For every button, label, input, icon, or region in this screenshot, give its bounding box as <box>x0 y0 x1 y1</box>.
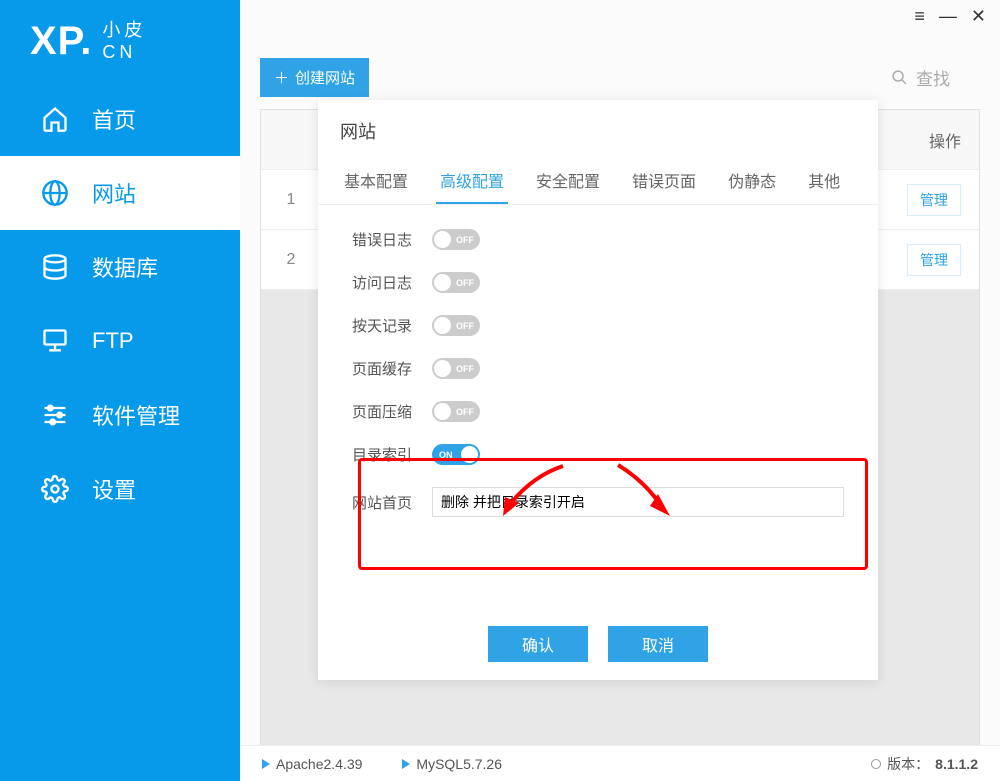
setting-row: 错误日志OFF <box>352 229 844 250</box>
mysql-status[interactable]: MySQL5.7.26 <box>402 756 502 772</box>
ftp-icon <box>40 326 70 356</box>
nav-label: 网站 <box>92 177 136 209</box>
homepage-row: 网站首页 <box>352 487 844 517</box>
create-label: 创建网站 <box>295 67 355 88</box>
statusbar: Apache2.4.39 MySQL5.7.26 版本： 8.1.1.2 <box>240 745 1000 781</box>
database-icon <box>40 252 70 282</box>
apache-label: Apache2.4.39 <box>276 756 362 772</box>
version-label: 版本： <box>887 754 929 774</box>
logo-subtitle: 小皮 CN <box>102 19 146 63</box>
mysql-label: MySQL5.7.26 <box>416 756 502 772</box>
info-icon <box>871 759 881 769</box>
create-website-button[interactable]: ＋ 创建网站 <box>260 58 369 97</box>
row-number: 2 <box>261 251 321 269</box>
toggle-4[interactable]: OFF <box>432 401 480 422</box>
toolbar: ＋ 创建网站 查找 <box>240 0 1000 109</box>
toggle-3[interactable]: OFF <box>432 358 480 379</box>
modal-footer: 确认 取消 <box>318 608 878 680</box>
globe-icon <box>40 178 70 208</box>
apache-status[interactable]: Apache2.4.39 <box>262 756 362 772</box>
sidebar: XP. 小皮 CN 首页网站数据库 FTP 软件管理设置 <box>0 0 240 781</box>
setting-label: 页面缓存 <box>352 358 432 379</box>
nav-item-home[interactable]: 首页 <box>0 82 240 156</box>
minimize-icon[interactable]: — <box>939 6 957 27</box>
confirm-button[interactable]: 确认 <box>488 626 588 662</box>
tab-5[interactable]: 其他 <box>804 158 844 204</box>
search-placeholder: 查找 <box>916 65 950 90</box>
play-icon <box>402 759 410 769</box>
setting-label: 访问日志 <box>352 272 432 293</box>
nav-label: 设置 <box>92 473 136 505</box>
setting-row: 目录索引ON <box>352 444 844 465</box>
nav-item-database[interactable]: 数据库 <box>0 230 240 304</box>
toggle-2[interactable]: OFF <box>432 315 480 336</box>
modal-title: 网站 <box>318 100 878 158</box>
version-info: 版本： 8.1.1.2 <box>871 754 978 774</box>
version-number: 8.1.1.2 <box>935 756 978 772</box>
setting-label: 错误日志 <box>352 229 432 250</box>
website-modal: 网站 基本配置高级配置安全配置错误页面伪静态其他 错误日志OFF访问日志OFF按… <box>318 100 878 680</box>
play-icon <box>262 759 270 769</box>
homepage-input[interactable] <box>432 487 844 517</box>
logo-text: XP. <box>30 19 92 64</box>
row-number: 1 <box>261 191 321 209</box>
tab-1[interactable]: 高级配置 <box>436 158 508 204</box>
setting-row: 页面缓存OFF <box>352 358 844 379</box>
nav-item-globe[interactable]: 网站 <box>0 156 240 230</box>
setting-row: 页面压缩OFF <box>352 401 844 422</box>
homepage-label: 网站首页 <box>352 492 432 513</box>
modal-tabs: 基本配置高级配置安全配置错误页面伪静态其他 <box>318 158 878 205</box>
sliders-icon <box>40 400 70 430</box>
setting-label: 按天记录 <box>352 315 432 336</box>
tab-2[interactable]: 安全配置 <box>532 158 604 204</box>
search-icon <box>891 69 908 86</box>
manage-button[interactable]: 管理 <box>907 184 961 216</box>
tab-3[interactable]: 错误页面 <box>628 158 700 204</box>
nav-label: 软件管理 <box>92 399 180 431</box>
setting-label: 目录索引 <box>352 444 432 465</box>
plus-icon: ＋ <box>274 67 289 88</box>
setting-label: 页面压缩 <box>352 401 432 422</box>
close-icon[interactable]: ✕ <box>971 6 986 27</box>
modal-body: 错误日志OFF访问日志OFF按天记录OFF页面缓存OFF页面压缩OFF目录索引O… <box>318 205 878 608</box>
nav-item-gear[interactable]: 设置 <box>0 452 240 526</box>
home-icon <box>40 104 70 134</box>
nav-label: 首页 <box>92 103 136 135</box>
gear-icon <box>40 474 70 504</box>
nav-item-sliders[interactable]: 软件管理 <box>0 378 240 452</box>
action-header: 操作 <box>929 128 979 152</box>
setting-row: 按天记录OFF <box>352 315 844 336</box>
menu-icon[interactable]: ≡ <box>914 6 925 27</box>
cancel-button[interactable]: 取消 <box>608 626 708 662</box>
setting-row: 访问日志OFF <box>352 272 844 293</box>
toggle-5[interactable]: ON <box>432 444 480 465</box>
toggle-1[interactable]: OFF <box>432 272 480 293</box>
tab-0[interactable]: 基本配置 <box>340 158 412 204</box>
nav-label: 数据库 <box>92 251 158 283</box>
search-box[interactable]: 查找 <box>891 65 980 90</box>
nav-item-ftp[interactable]: FTP <box>0 304 240 378</box>
manage-button[interactable]: 管理 <box>907 244 961 276</box>
tab-4[interactable]: 伪静态 <box>724 158 780 204</box>
toggle-0[interactable]: OFF <box>432 229 480 250</box>
nav-label: FTP <box>92 328 134 354</box>
logo: XP. 小皮 CN <box>0 0 240 82</box>
